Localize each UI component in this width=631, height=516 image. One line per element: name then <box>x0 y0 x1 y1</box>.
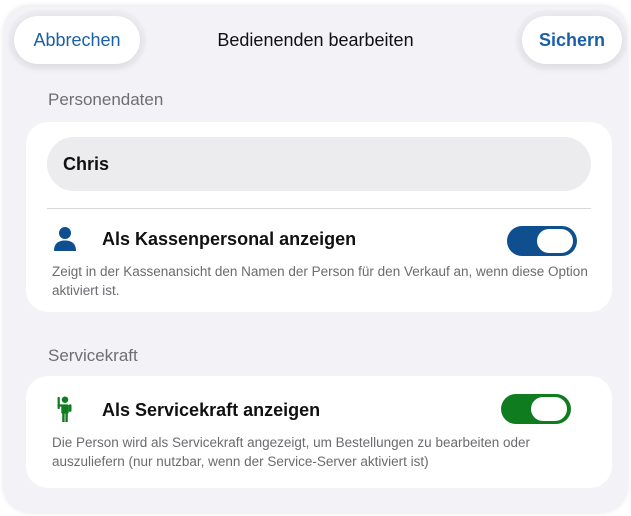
cashier-toggle-description: Zeigt in der Kassenansicht den Namen der… <box>52 264 588 298</box>
edit-staff-sheet: Abbrechen Bedienenden bearbeiten Sichern… <box>4 6 627 512</box>
waiter-icon <box>57 396 72 422</box>
personal-data-card: Als Kassenpersonal anzeigen Zeigt in der… <box>26 122 612 312</box>
cashier-toggle[interactable] <box>507 226 577 256</box>
service-toggle-label: Als Servicekraft anzeigen <box>102 400 321 420</box>
service-toggle-description: Die Person wird als Servicekraft angezei… <box>52 435 531 469</box>
toggle-knob <box>531 397 567 421</box>
cashier-toggle-label: Als Kassenpersonal anzeigen <box>102 229 357 249</box>
service-card: Als Servicekraft anzeigen Die Person wir… <box>26 376 612 488</box>
section-header-service: Servicekraft <box>48 346 138 365</box>
divider <box>47 208 591 209</box>
save-button[interactable]: Sichern <box>522 16 622 64</box>
toggle-knob <box>537 229 573 253</box>
service-toggle[interactable] <box>501 394 571 424</box>
person-icon <box>54 227 76 251</box>
section-header-personal: Personendaten <box>48 90 164 109</box>
cancel-button[interactable]: Abbrechen <box>14 16 140 64</box>
name-field[interactable] <box>47 137 591 191</box>
